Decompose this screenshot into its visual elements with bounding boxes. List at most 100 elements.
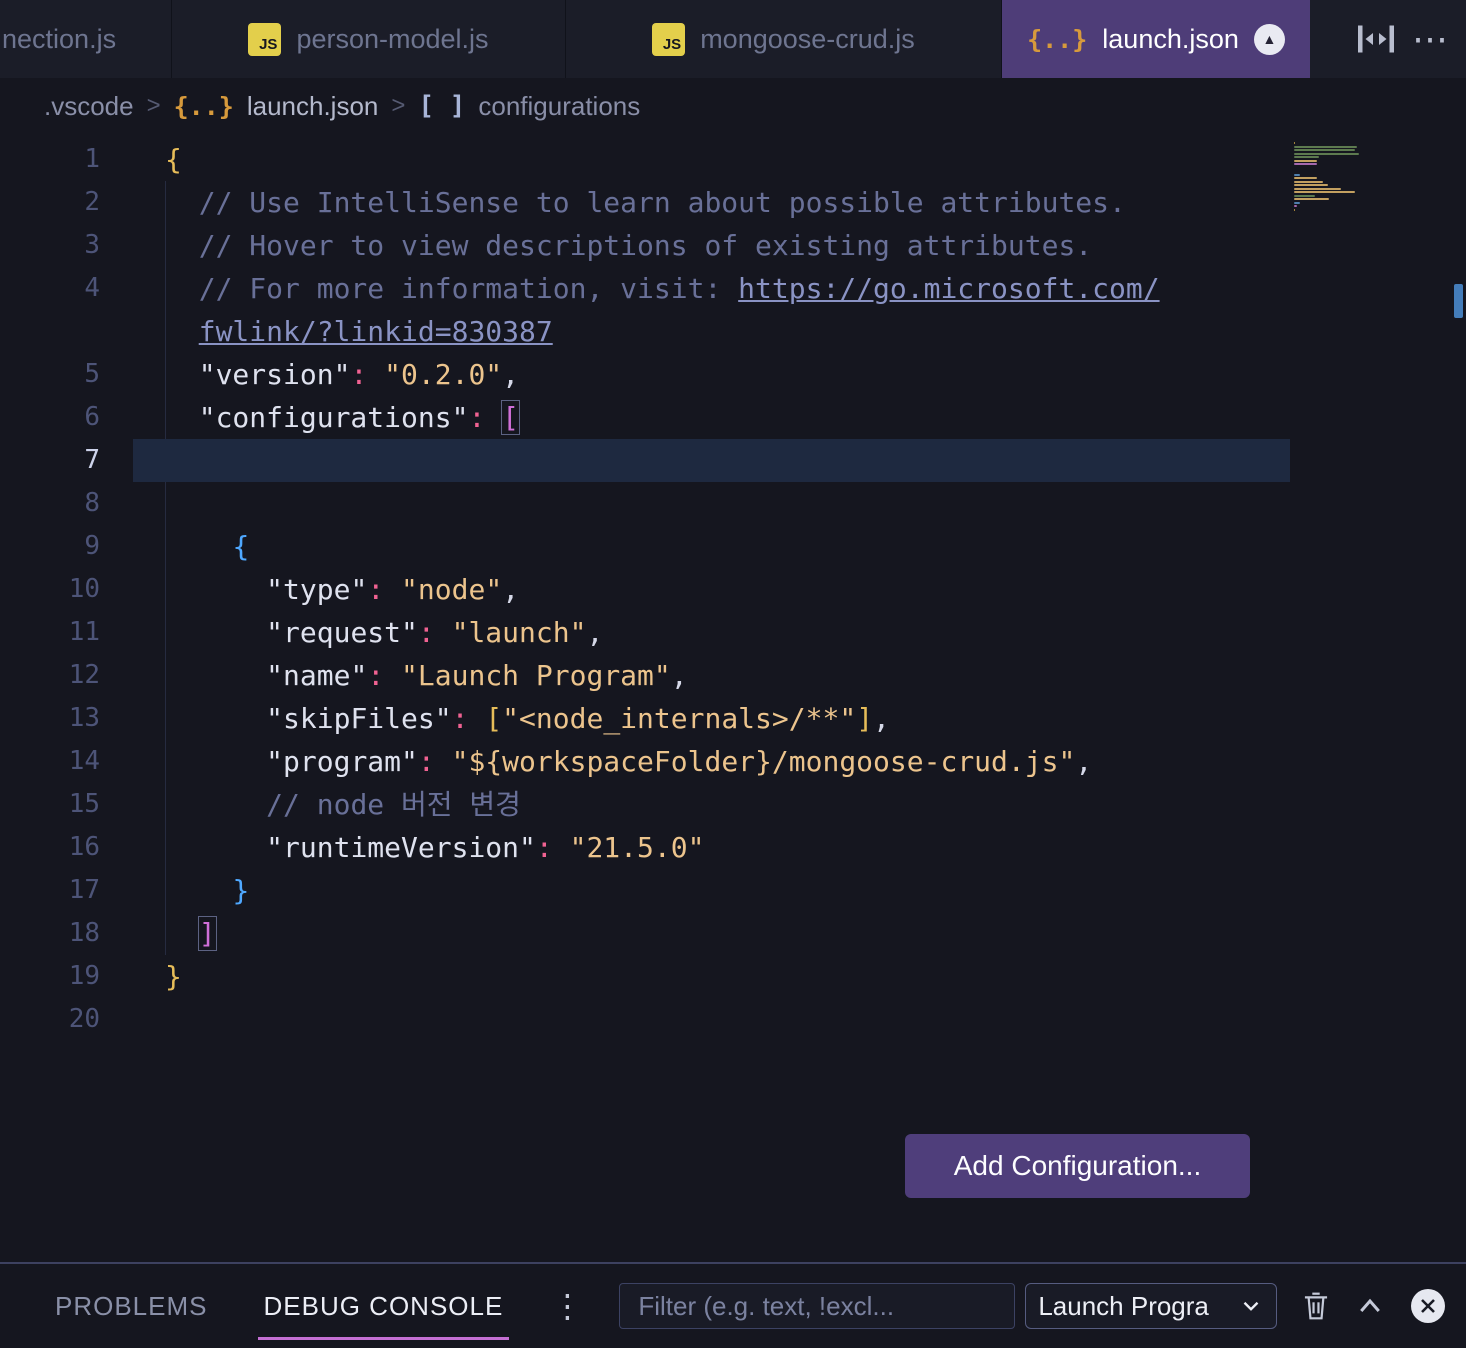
- code-text: {: [165, 143, 182, 176]
- dropdown-selected-value: Launch Progra: [1038, 1290, 1209, 1321]
- chevron-down-icon: [1243, 1301, 1259, 1311]
- split-editor-icon[interactable]: [1358, 24, 1394, 54]
- code-text: // Use IntelliSense to learn about possi…: [198, 186, 1126, 219]
- tab-debug-console[interactable]: DEBUG CONSOLE: [257, 1264, 510, 1348]
- code-line[interactable]: 12 "name": "Launch Program",: [0, 654, 1466, 697]
- code-text: "skipFiles": ["<node_internals>/**"],: [266, 702, 890, 735]
- code-line[interactable]: 3 // Hover to view descriptions of exist…: [0, 224, 1466, 267]
- line-number[interactable]: 10: [0, 568, 100, 611]
- minimap-line: [1294, 152, 1359, 155]
- breadcrumb-file[interactable]: launch.json: [247, 91, 379, 122]
- code-line[interactable]: 13 "skipFiles": ["<node_internals>/**"],: [0, 697, 1466, 740]
- chevron-right-icon: >: [391, 92, 406, 119]
- code-line[interactable]: 6 "configurations": [: [0, 396, 1466, 439]
- code-line[interactable]: 7: [0, 439, 1466, 482]
- code-line[interactable]: 4 // For more information, visit: https:…: [0, 267, 1466, 310]
- code-line[interactable]: 14 "program": "${workspaceFolder}/mongoo…: [0, 740, 1466, 783]
- kebab-menu-icon[interactable]: ⋮: [551, 1290, 583, 1322]
- code-line[interactable]: 20: [0, 998, 1466, 1041]
- maximize-panel-chevron-icon[interactable]: [1355, 1293, 1385, 1319]
- minimap-line: [1294, 145, 1357, 148]
- overview-ruler-mark: [1454, 284, 1463, 318]
- code-text: "configurations": [: [198, 401, 520, 434]
- code-text: }: [232, 874, 250, 907]
- line-number[interactable]: [0, 310, 100, 353]
- code-line[interactable]: 9 {: [0, 525, 1466, 568]
- tab-mongoose-crud-js[interactable]: JS mongoose-crud.js: [566, 0, 1002, 78]
- breadcrumb-folder[interactable]: .vscode: [44, 91, 134, 122]
- code-line[interactable]: 17 }: [0, 869, 1466, 912]
- close-panel-icon[interactable]: [1411, 1289, 1446, 1323]
- line-number[interactable]: 11: [0, 611, 100, 654]
- code-line[interactable]: fwlink/?linkid=830387: [0, 310, 1466, 353]
- tab-status-circle-icon[interactable]: ▲: [1253, 23, 1285, 55]
- tab-connection-js[interactable]: nection.js: [0, 0, 172, 78]
- line-number[interactable]: 12: [0, 654, 100, 697]
- tab-bar: nection.js JS person-model.js JS mongoos…: [0, 0, 1466, 78]
- minimap-line: [1294, 208, 1295, 211]
- code-line[interactable]: 15 // node 버전 변경: [0, 783, 1466, 826]
- minimap-line: [1294, 177, 1317, 179]
- line-number[interactable]: 17: [0, 869, 100, 912]
- code-line[interactable]: 5 "version": "0.2.0",: [0, 353, 1466, 396]
- minimap-line: [1294, 156, 1319, 158]
- line-number[interactable]: 13: [0, 697, 100, 740]
- code-line[interactable]: 11 "request": "launch",: [0, 611, 1466, 654]
- code-editor[interactable]: 1{2 // Use IntelliSense to learn about p…: [0, 134, 1466, 1262]
- tab-problems[interactable]: PROBLEMS: [55, 1264, 208, 1348]
- minimap-line: [1294, 194, 1315, 197]
- filter-input[interactable]: [619, 1283, 1016, 1329]
- breadcrumb: .vscode > {..} launch.json > [ ] configu…: [0, 78, 1466, 134]
- code-text: // node 버전 변경: [266, 788, 521, 821]
- clear-console-trash-icon[interactable]: [1301, 1290, 1331, 1322]
- code-line[interactable]: 1{: [0, 138, 1466, 181]
- code-text: "program": "${workspaceFolder}/mongoose-…: [266, 745, 1093, 778]
- line-number[interactable]: 8: [0, 482, 100, 525]
- line-number[interactable]: 2: [0, 181, 100, 224]
- minimap-line: [1294, 170, 1422, 172]
- code-line[interactable]: 8: [0, 482, 1466, 525]
- line-number[interactable]: 6: [0, 396, 100, 439]
- line-number[interactable]: 18: [0, 912, 100, 955]
- code-lines: 1{2 // Use IntelliSense to learn about p…: [0, 138, 1466, 1041]
- line-number[interactable]: 9: [0, 525, 100, 568]
- code-line[interactable]: 19}: [0, 955, 1466, 998]
- code-text: ]: [198, 917, 216, 950]
- line-number[interactable]: 19: [0, 955, 100, 998]
- line-number[interactable]: 7: [0, 439, 100, 482]
- code-line[interactable]: 2 // Use IntelliSense to learn about pos…: [0, 181, 1466, 224]
- more-actions-icon[interactable]: ⋯: [1412, 21, 1450, 57]
- current-line-highlight: [133, 439, 1290, 482]
- minimap-line: [1294, 149, 1355, 151]
- code-text: {: [232, 530, 250, 563]
- code-text: // For more information, visit: https://…: [198, 272, 1160, 305]
- line-number[interactable]: 14: [0, 740, 100, 783]
- line-number[interactable]: 16: [0, 826, 100, 869]
- chevron-right-icon: >: [146, 92, 161, 119]
- tab-label: person-model.js: [296, 23, 489, 54]
- line-number[interactable]: 3: [0, 224, 100, 267]
- minimap-line: [1294, 142, 1295, 144]
- json-icon: {..}: [173, 91, 234, 121]
- breadcrumb-symbol[interactable]: configurations: [478, 91, 640, 122]
- line-number[interactable]: 5: [0, 353, 100, 396]
- minimap[interactable]: [1294, 142, 1422, 214]
- javascript-icon: JS: [248, 22, 282, 56]
- javascript-icon: JS: [652, 22, 686, 56]
- code-line[interactable]: 10 "type": "node",: [0, 568, 1466, 611]
- bottom-panel: PROBLEMS DEBUG CONSOLE ⋮ Launch Progra: [0, 1262, 1466, 1348]
- code-line[interactable]: 18 ]: [0, 912, 1466, 955]
- launch-config-dropdown[interactable]: Launch Progra: [1025, 1283, 1278, 1329]
- minimap-line: [1294, 198, 1329, 200]
- tab-person-model-js[interactable]: JS person-model.js: [172, 0, 566, 78]
- minimap-line: [1294, 167, 1422, 169]
- code-line[interactable]: 16 "runtimeVersion": "21.5.0": [0, 826, 1466, 869]
- minimap-line: [1294, 212, 1422, 214]
- line-number[interactable]: 1: [0, 138, 100, 181]
- line-number[interactable]: 15: [0, 783, 100, 826]
- line-number[interactable]: 20: [0, 998, 100, 1041]
- add-configuration-button[interactable]: Add Configuration...: [905, 1134, 1250, 1198]
- line-number[interactable]: 4: [0, 267, 100, 310]
- tab-label: nection.js: [2, 23, 117, 54]
- tab-launch-json-active[interactable]: {..} launch.json ▲: [1002, 0, 1310, 78]
